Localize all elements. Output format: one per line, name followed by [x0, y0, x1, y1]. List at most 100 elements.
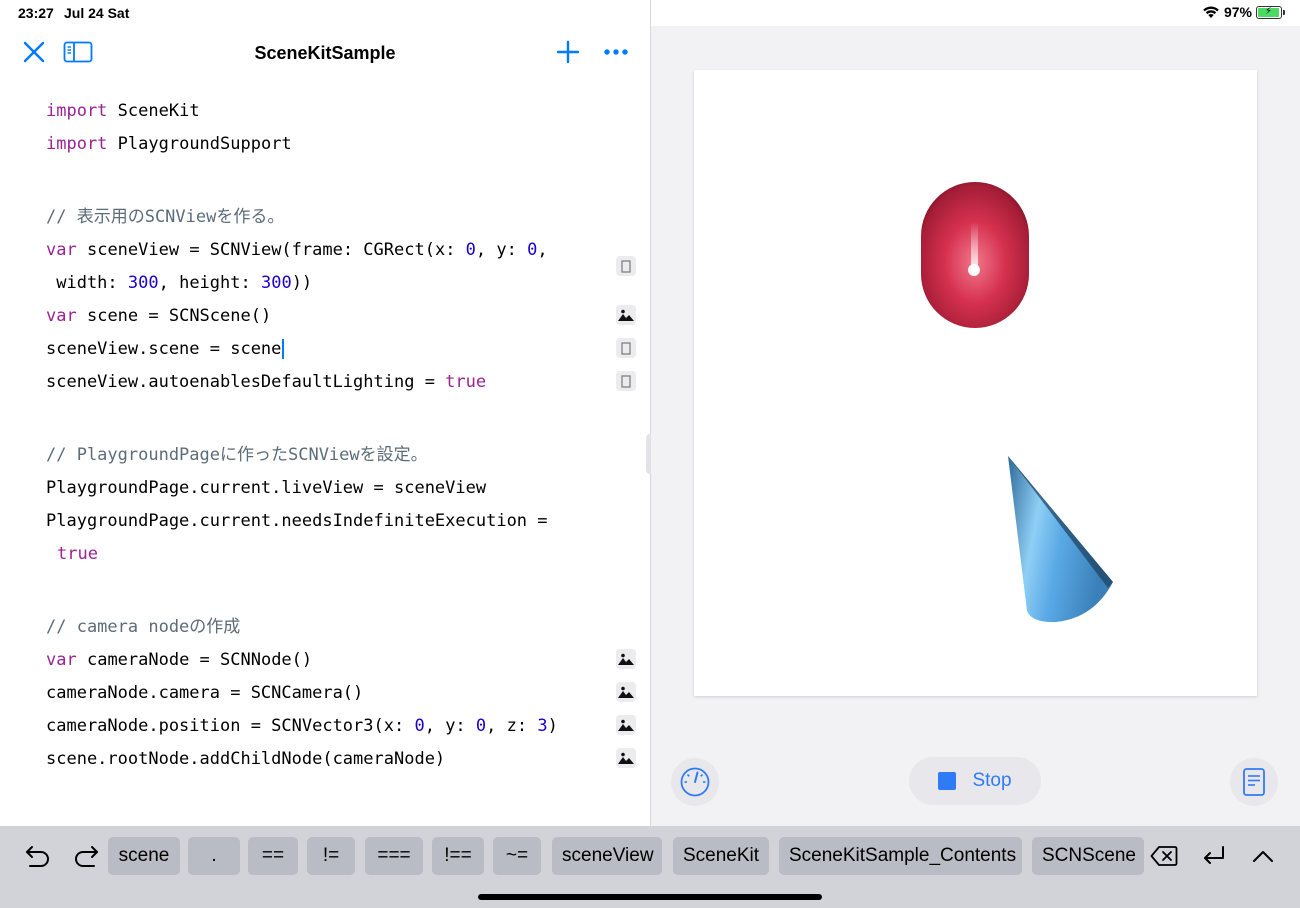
keyword: var [46, 306, 77, 326]
shortcut-key[interactable]: SceneKitSample_Contents [779, 837, 1022, 875]
status-date: Jul 24 Sat [64, 5, 130, 21]
code-line-17[interactable]: scene.rootNode.addChildNode(cameraNode) [46, 743, 445, 775]
result-rect-icon [621, 259, 631, 273]
code-line-2[interactable]: import PlaygroundSupport [46, 128, 292, 160]
result-marker-view[interactable] [616, 256, 636, 276]
code-line-4[interactable]: var sceneView = SCNView(frame: CGRect(x:… [46, 234, 548, 266]
result-marker-camera-node[interactable] [616, 649, 636, 669]
code-text: SceneKit [117, 101, 200, 121]
result-rect-icon [621, 374, 631, 388]
number-literal: 300 [260, 273, 292, 293]
keyword: true [57, 544, 98, 564]
document-icon [1243, 768, 1265, 796]
result-rect-icon [621, 341, 631, 355]
delete-button[interactable] [1148, 840, 1180, 872]
keyword: true [445, 372, 487, 392]
code-line-5[interactable]: width: 300, height: 300)) [46, 267, 312, 299]
code-line-comment-3[interactable]: // camera nodeの作成 [46, 611, 240, 643]
number-literal: 3 [537, 716, 548, 736]
code-text: , y: [475, 240, 528, 260]
code-text: )) [291, 273, 313, 293]
code-line-12[interactable]: true [57, 538, 98, 570]
undo-button[interactable] [22, 840, 54, 872]
stop-button[interactable]: Stop [909, 757, 1041, 805]
number-literal: 0 [414, 716, 425, 736]
result-marker-lighting[interactable] [616, 371, 636, 391]
document-button-bg [1230, 758, 1278, 806]
code-line-11[interactable]: PlaygroundPage.current.needsIndefiniteEx… [46, 505, 548, 537]
delete-icon [1150, 846, 1178, 866]
capsule-object [921, 182, 1029, 328]
keyboard-shortcut-bar: scene . == != === !== ~= sceneView Scene… [0, 826, 1300, 908]
result-image-icon [618, 719, 634, 731]
code-comment: // PlaygroundPageに作ったSCNViewを設定。 [46, 445, 428, 465]
code-text: width: [46, 273, 128, 293]
document-button[interactable] [1230, 758, 1278, 806]
result-image-icon [618, 653, 634, 665]
status-time: 23:27 [18, 5, 54, 21]
more-button[interactable] [600, 36, 632, 68]
code-line-8[interactable]: sceneView.autoenablesDefaultLighting = t… [46, 366, 486, 398]
result-image-icon [618, 752, 634, 764]
code-text: ) [547, 716, 558, 736]
navigation-bar: SceneKitSample [0, 26, 650, 82]
redo-icon [75, 846, 98, 867]
code-line-comment-1[interactable]: // 表示用のSCNViewを作る。 [46, 201, 284, 233]
code-text: PlaygroundPage.current.liveView = sceneV… [46, 478, 487, 498]
wifi-icon [1203, 6, 1219, 18]
home-indicator[interactable] [478, 894, 822, 900]
code-text: cameraNode = SCNNode() [86, 650, 313, 670]
metrics-button[interactable] [671, 758, 719, 806]
return-button[interactable] [1198, 840, 1230, 872]
status-indicators: 97% ⚡ [1202, 4, 1285, 20]
keyword: import [46, 101, 108, 121]
stop-label: Stop [972, 770, 1012, 791]
cone-object [1008, 456, 1113, 623]
code-text: scene.rootNode.addChildNode(cameraNode) [46, 749, 446, 769]
code-line-10[interactable]: PlaygroundPage.current.liveView = sceneV… [46, 472, 486, 504]
battery-percent: 97% [1223, 4, 1252, 20]
shortcut-key[interactable]: == [248, 837, 298, 875]
shortcut-key[interactable]: != [307, 837, 355, 875]
live-view-pane: Stop [651, 26, 1300, 826]
keyword: var [46, 650, 77, 670]
result-marker-add-child[interactable] [616, 748, 636, 768]
battery-icon: ⚡ [1256, 5, 1285, 19]
code-text: sceneView = SCNView(frame: CGRect(x: [86, 240, 466, 260]
result-marker-scene[interactable] [616, 305, 636, 325]
charging-bolt-icon: ⚡ [1265, 5, 1273, 17]
shortcut-key[interactable]: SceneKit [673, 837, 769, 875]
chevron-up-icon [1253, 851, 1273, 862]
code-line-comment-2[interactable]: // PlaygroundPageに作ったSCNViewを設定。 [46, 439, 428, 471]
undo-icon [26, 846, 49, 867]
code-editor-pane: SceneKitSample import SceneKit import Pl… [0, 26, 650, 826]
code-text: , y: [424, 716, 476, 736]
shortcut-key[interactable]: SCNScene [1032, 837, 1144, 875]
code-comment: // 表示用のSCNViewを作る。 [46, 207, 285, 227]
code-line-16[interactable]: cameraNode.position = SCNVector3(x: 0, y… [46, 710, 558, 742]
code-line-14[interactable]: var cameraNode = SCNNode() [46, 644, 312, 676]
add-button[interactable] [552, 36, 584, 68]
shortcut-key[interactable]: . [188, 837, 240, 875]
shortcut-key[interactable]: sceneView [552, 837, 662, 875]
code-line-7[interactable]: sceneView.scene = scene [46, 333, 285, 365]
redo-button[interactable] [70, 840, 102, 872]
scene-view[interactable] [694, 70, 1257, 696]
result-marker-camera[interactable] [616, 682, 636, 702]
shortcut-key[interactable]: ~= [493, 837, 541, 875]
code-line-1[interactable]: import SceneKit [46, 95, 200, 127]
code-comment: // camera nodeの作成 [46, 617, 241, 637]
result-marker-scene-assign[interactable] [616, 338, 636, 358]
code-text: sceneView.scene = scene [46, 339, 282, 359]
code-text: , [537, 240, 548, 260]
shortcut-key[interactable]: scene [108, 837, 180, 875]
keyword: var [46, 240, 77, 260]
code-text: , z: [486, 716, 538, 736]
shortcut-key[interactable]: !== [432, 837, 484, 875]
shortcut-key[interactable]: === [365, 837, 423, 875]
result-marker-position[interactable] [616, 715, 636, 735]
code-line-15[interactable]: cameraNode.camera = SCNCamera() [46, 677, 363, 709]
gauge-icon [680, 767, 710, 797]
collapse-keyboard-button[interactable] [1247, 840, 1279, 872]
code-line-6[interactable]: var scene = SCNScene() [46, 300, 271, 332]
